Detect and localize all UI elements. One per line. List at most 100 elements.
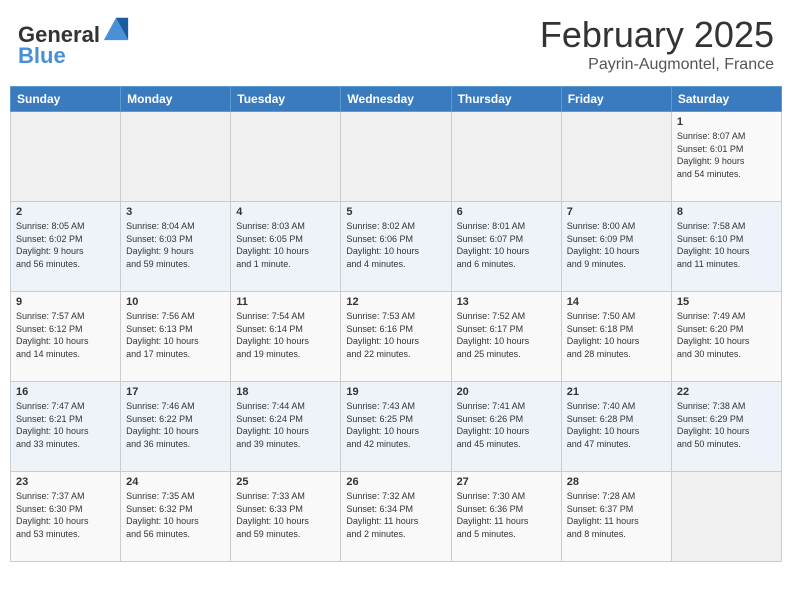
day-info: Sunrise: 7:52 AM Sunset: 6:17 PM Dayligh…: [457, 310, 556, 360]
calendar-cell: 5 Sunrise: 8:02 AM Sunset: 6:06 PM Daylig…: [341, 202, 451, 292]
day-number: 20: [457, 386, 556, 398]
day-info: Sunrise: 7:54 AM Sunset: 6:14 PM Dayligh…: [236, 310, 335, 360]
calendar-cell: 22 Sunrise: 7:38 AM Sunset: 6:29 PM Dayli…: [671, 382, 781, 472]
day-info: Sunrise: 7:28 AM Sunset: 6:37 PM Dayligh…: [567, 490, 666, 540]
calendar-week-row: 23 Sunrise: 7:37 AM Sunset: 6:30 PM Dayli…: [11, 472, 782, 562]
day-info: Sunrise: 7:57 AM Sunset: 6:12 PM Dayligh…: [16, 310, 115, 360]
day-number: 2: [16, 206, 115, 218]
calendar-cell: 11 Sunrise: 7:54 AM Sunset: 6:14 PM Dayli…: [231, 292, 341, 382]
day-info: Sunrise: 7:32 AM Sunset: 6:34 PM Dayligh…: [346, 490, 445, 540]
day-number: 11: [236, 296, 335, 308]
weekday-header-monday: Monday: [121, 87, 231, 112]
day-info: Sunrise: 8:01 AM Sunset: 6:07 PM Dayligh…: [457, 220, 556, 270]
calendar-cell: 3 Sunrise: 8:04 AM Sunset: 6:03 PM Daylig…: [121, 202, 231, 292]
day-info: Sunrise: 7:53 AM Sunset: 6:16 PM Dayligh…: [346, 310, 445, 360]
weekday-header-friday: Friday: [561, 87, 671, 112]
day-info: Sunrise: 7:30 AM Sunset: 6:36 PM Dayligh…: [457, 490, 556, 540]
day-number: 3: [126, 206, 225, 218]
calendar-cell: 18Sunrise: 7:44 AM Sunset: 6:24 PM Dayli…: [231, 382, 341, 472]
calendar-cell: [561, 112, 671, 202]
day-info: Sunrise: 8:03 AM Sunset: 6:05 PM Dayligh…: [236, 220, 335, 270]
day-info: Sunrise: 7:38 AM Sunset: 6:29 PM Dayligh…: [677, 400, 776, 450]
title-block: February 2025 Payrin-Augmontel, France: [540, 14, 774, 74]
day-info: Sunrise: 8:07 AM Sunset: 6:01 PM Dayligh…: [677, 130, 776, 180]
calendar-cell: 26 Sunrise: 7:32 AM Sunset: 6:34 PM Dayli…: [341, 472, 451, 562]
calendar-cell: 21 Sunrise: 7:40 AM Sunset: 6:28 PM Dayli…: [561, 382, 671, 472]
weekday-header-sunday: Sunday: [11, 87, 121, 112]
day-number: 7: [567, 206, 666, 218]
day-info: Sunrise: 7:47 AM Sunset: 6:21 PM Dayligh…: [16, 400, 115, 450]
day-number: 24: [126, 476, 225, 488]
day-number: 1: [677, 116, 776, 128]
calendar-cell: 6 Sunrise: 8:01 AM Sunset: 6:07 PM Daylig…: [451, 202, 561, 292]
calendar-cell: [341, 112, 451, 202]
calendar-cell: [121, 112, 231, 202]
day-number: 28: [567, 476, 666, 488]
weekday-header-thursday: Thursday: [451, 87, 561, 112]
day-number: 5: [346, 206, 445, 218]
calendar-cell: 23 Sunrise: 7:37 AM Sunset: 6:30 PM Dayli…: [11, 472, 121, 562]
day-number: 19: [346, 386, 445, 398]
logo: General Blue: [18, 14, 130, 69]
day-number: 6: [457, 206, 556, 218]
day-info: Sunrise: 8:00 AM Sunset: 6:09 PM Dayligh…: [567, 220, 666, 270]
calendar-cell: 19Sunrise: 7:43 AM Sunset: 6:25 PM Dayli…: [341, 382, 451, 472]
day-number: 8: [677, 206, 776, 218]
calendar-cell: 17 Sunrise: 7:46 AM Sunset: 6:22 PM Dayli…: [121, 382, 231, 472]
calendar-cell: 7 Sunrise: 8:00 AM Sunset: 6:09 PM Daylig…: [561, 202, 671, 292]
day-number: 16: [16, 386, 115, 398]
day-number: 21: [567, 386, 666, 398]
calendar-header: SundayMondayTuesdayWednesdayThursdayFrid…: [11, 87, 782, 112]
day-number: 26: [346, 476, 445, 488]
weekday-header-tuesday: Tuesday: [231, 87, 341, 112]
day-number: 15: [677, 296, 776, 308]
calendar-cell: 14 Sunrise: 7:50 AM Sunset: 6:18 PM Dayli…: [561, 292, 671, 382]
calendar-cell: 2 Sunrise: 8:05 AM Sunset: 6:02 PM Daylig…: [11, 202, 121, 292]
day-info: Sunrise: 8:05 AM Sunset: 6:02 PM Dayligh…: [16, 220, 115, 270]
calendar-week-row: 2 Sunrise: 8:05 AM Sunset: 6:02 PM Daylig…: [11, 202, 782, 292]
calendar-table: SundayMondayTuesdayWednesdayThursdayFrid…: [10, 86, 782, 562]
day-number: 22: [677, 386, 776, 398]
calendar-cell: 4 Sunrise: 8:03 AM Sunset: 6:05 PM Daylig…: [231, 202, 341, 292]
location-text: Payrin-Augmontel, France: [540, 56, 774, 74]
calendar-week-row: 9 Sunrise: 7:57 AM Sunset: 6:12 PM Daylig…: [11, 292, 782, 382]
calendar-body: 1 Sunrise: 8:07 AM Sunset: 6:01 PM Daylig…: [11, 112, 782, 562]
day-number: 10: [126, 296, 225, 308]
day-number: 9: [16, 296, 115, 308]
day-info: Sunrise: 7:33 AM Sunset: 6:33 PM Dayligh…: [236, 490, 335, 540]
day-info: Sunrise: 7:58 AM Sunset: 6:10 PM Dayligh…: [677, 220, 776, 270]
calendar-cell: 20Sunrise: 7:41 AM Sunset: 6:26 PM Dayli…: [451, 382, 561, 472]
weekday-header-row: SundayMondayTuesdayWednesdayThursdayFrid…: [11, 87, 782, 112]
day-info: Sunrise: 7:37 AM Sunset: 6:30 PM Dayligh…: [16, 490, 115, 540]
day-number: 23: [16, 476, 115, 488]
calendar-cell: 10Sunrise: 7:56 AM Sunset: 6:13 PM Dayli…: [121, 292, 231, 382]
day-info: Sunrise: 8:02 AM Sunset: 6:06 PM Dayligh…: [346, 220, 445, 270]
day-info: Sunrise: 7:35 AM Sunset: 6:32 PM Dayligh…: [126, 490, 225, 540]
calendar-cell: [671, 472, 781, 562]
day-info: Sunrise: 7:50 AM Sunset: 6:18 PM Dayligh…: [567, 310, 666, 360]
calendar-cell: 27 Sunrise: 7:30 AM Sunset: 6:36 PM Dayli…: [451, 472, 561, 562]
day-info: Sunrise: 8:04 AM Sunset: 6:03 PM Dayligh…: [126, 220, 225, 270]
day-info: Sunrise: 7:40 AM Sunset: 6:28 PM Dayligh…: [567, 400, 666, 450]
month-title: February 2025: [540, 14, 774, 56]
day-number: 27: [457, 476, 556, 488]
day-info: Sunrise: 7:49 AM Sunset: 6:20 PM Dayligh…: [677, 310, 776, 360]
logo-icon: [102, 14, 130, 42]
calendar-cell: 25Sunrise: 7:33 AM Sunset: 6:33 PM Dayli…: [231, 472, 341, 562]
weekday-header-wednesday: Wednesday: [341, 87, 451, 112]
calendar-cell: 24 Sunrise: 7:35 AM Sunset: 6:32 PM Dayli…: [121, 472, 231, 562]
calendar-week-row: 16 Sunrise: 7:47 AM Sunset: 6:21 PM Dayli…: [11, 382, 782, 472]
calendar-cell: 8 Sunrise: 7:58 AM Sunset: 6:10 PM Daylig…: [671, 202, 781, 292]
calendar-cell: 12 Sunrise: 7:53 AM Sunset: 6:16 PM Dayli…: [341, 292, 451, 382]
day-number: 17: [126, 386, 225, 398]
weekday-header-saturday: Saturday: [671, 87, 781, 112]
day-number: 12: [346, 296, 445, 308]
day-number: 13: [457, 296, 556, 308]
day-number: 4: [236, 206, 335, 218]
calendar-cell: 16 Sunrise: 7:47 AM Sunset: 6:21 PM Dayli…: [11, 382, 121, 472]
day-number: 14: [567, 296, 666, 308]
day-info: Sunrise: 7:46 AM Sunset: 6:22 PM Dayligh…: [126, 400, 225, 450]
calendar-cell: 9 Sunrise: 7:57 AM Sunset: 6:12 PM Daylig…: [11, 292, 121, 382]
logo-blue-text: Blue: [18, 43, 130, 69]
day-number: 18: [236, 386, 335, 398]
